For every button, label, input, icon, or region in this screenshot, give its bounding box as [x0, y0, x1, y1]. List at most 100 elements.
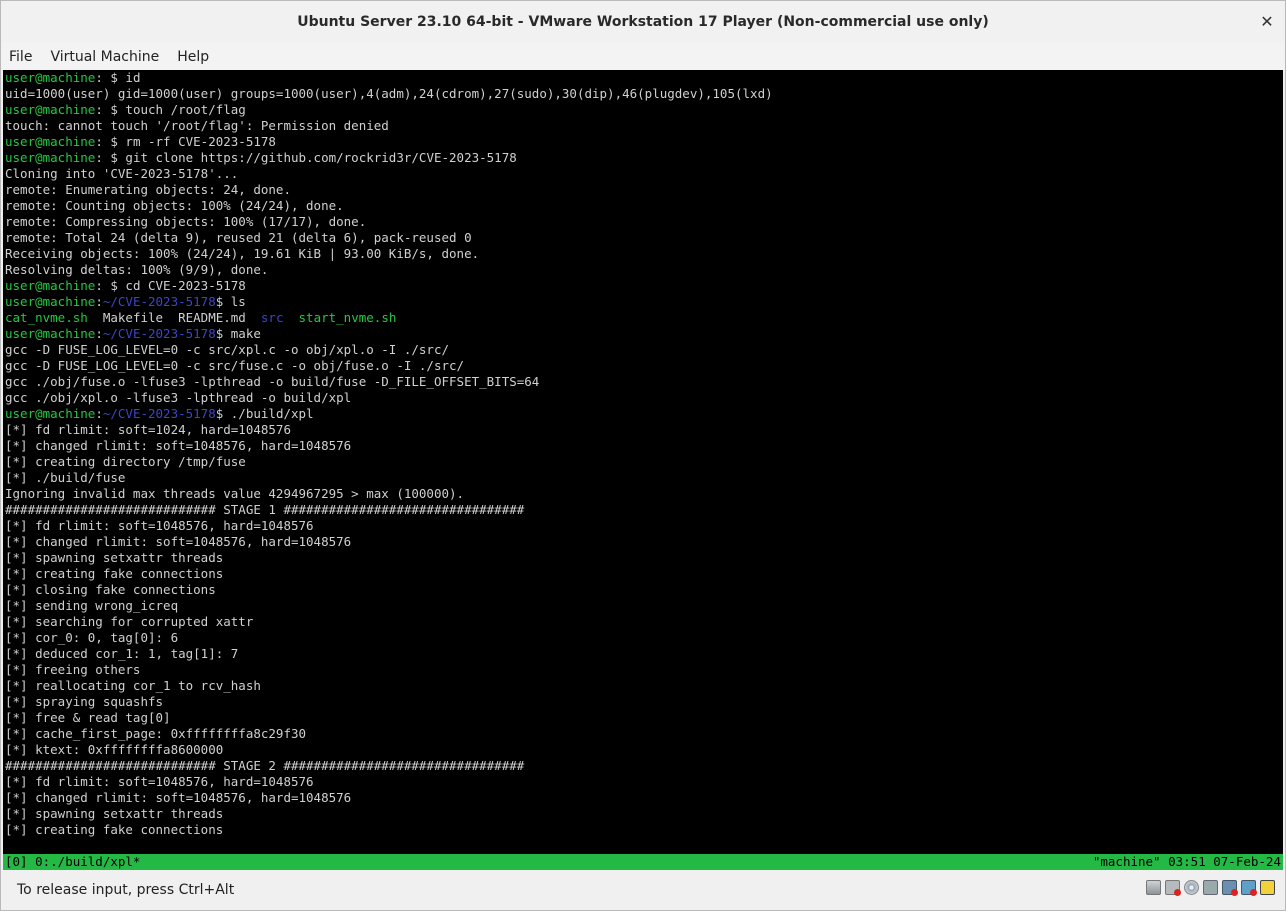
- terminal-text-segment: [*] ktext: 0xffffffffa8600000: [5, 742, 224, 757]
- terminal-text-segment: remote: Total 24 (delta 9), reused 21 (d…: [5, 230, 472, 245]
- terminal-text-segment: user@machine: [5, 134, 96, 149]
- terminal-line: [*] creating fake connections: [5, 566, 773, 582]
- vmware-window: Ubuntu Server 23.10 64-bit - VMware Work…: [0, 0, 1286, 911]
- terminal-line: user@machine: $ git clone https://github…: [5, 150, 773, 166]
- terminal-text-segment: Ignoring invalid max threads value 42949…: [5, 486, 465, 501]
- terminal-text-segment: : $ touch /root/flag: [95, 102, 246, 117]
- terminal-text-segment: Receiving objects: 100% (24/24), 19.61 K…: [5, 246, 480, 261]
- terminal-text-segment: Resolving deltas: 100% (9/9), done.: [5, 262, 269, 277]
- terminal-line: [*] fd rlimit: soft=1048576, hard=104857…: [5, 774, 773, 790]
- usb-controller-icon[interactable]: [1222, 880, 1238, 896]
- terminal-text-segment: gcc -D FUSE_LOG_LEVEL=0 -c src/xpl.c -o …: [5, 342, 450, 357]
- terminal-line: Cloning into 'CVE-2023-5178'...: [5, 166, 773, 182]
- terminal-text-segment: user@machine: [5, 294, 96, 309]
- menu-virtual-machine[interactable]: Virtual Machine: [42, 49, 167, 65]
- terminal-text-segment: user@machine: [5, 70, 96, 85]
- terminal-text-segment: [*] fd rlimit: soft=1048576, hard=104857…: [5, 518, 314, 533]
- terminal-text-segment: [*] searching for corrupted xattr: [5, 614, 254, 629]
- terminal-text-segment: :: [95, 406, 103, 421]
- terminal-text-segment: gcc -D FUSE_LOG_LEVEL=0 -c src/fuse.c -o…: [5, 358, 465, 373]
- terminal-text-segment: Cloning into 'CVE-2023-5178'...: [5, 166, 239, 181]
- terminal-text-segment: [*] cache_first_page: 0xffffffffa8c29f30: [5, 726, 307, 741]
- terminal-line: cat_nvme.sh Makefile README.md src start…: [5, 310, 773, 326]
- window-title: Ubuntu Server 23.10 64-bit - VMware Work…: [297, 14, 989, 30]
- terminal-text-segment: [*] free & read tag[0]: [5, 710, 171, 725]
- terminal-line: touch: cannot touch '/root/flag': Permis…: [5, 118, 773, 134]
- terminal-text-segment: ############################ STAGE 2 ###…: [5, 758, 525, 773]
- terminal-line: remote: Counting objects: 100% (24/24), …: [5, 198, 773, 214]
- terminal-line: [*] creating fake connections: [5, 822, 773, 838]
- tmux-host-clock: "machine" 03:51 07-Feb-24: [1092, 854, 1281, 869]
- cd-drive-icon[interactable]: [1184, 880, 1199, 895]
- menu-file[interactable]: File: [1, 49, 40, 65]
- release-input-hint: To release input, press Ctrl+Alt: [17, 882, 235, 898]
- terminal-text-segment: : $ id: [95, 70, 141, 85]
- menu-help[interactable]: Help: [169, 49, 217, 65]
- terminal-text-segment: [*] reallocating cor_1 to rcv_hash: [5, 678, 261, 693]
- terminal-line: user@machine:~/CVE-2023-5178$ make: [5, 326, 773, 342]
- terminal-line: [*] creating directory /tmp/fuse: [5, 454, 773, 470]
- terminal-line: [*] changed rlimit: soft=1048576, hard=1…: [5, 534, 773, 550]
- terminal-text-segment: ############################ STAGE 1 ###…: [5, 502, 525, 517]
- title-bar[interactable]: Ubuntu Server 23.10 64-bit - VMware Work…: [1, 1, 1285, 44]
- terminal-line: Resolving deltas: 100% (9/9), done.: [5, 262, 773, 278]
- terminal-text-segment: user@machine: [5, 150, 96, 165]
- terminal-text-segment: Makefile README.md: [87, 310, 261, 325]
- terminal-line: [*] closing fake connections: [5, 582, 773, 598]
- terminal-line: Ignoring invalid max threads value 42949…: [5, 486, 773, 502]
- terminal-text-segment: [*] spraying squashfs: [5, 694, 164, 709]
- terminal-text-segment: ~/CVE-2023-5178: [102, 294, 216, 309]
- usb-device-icon[interactable]: [1203, 880, 1218, 895]
- terminal-text-segment: [*] creating fake connections: [5, 822, 224, 837]
- terminal-line: ############################ STAGE 1 ###…: [5, 502, 773, 518]
- close-button[interactable]: ✕: [1257, 12, 1277, 32]
- terminal-line: user@machine:~/CVE-2023-5178$ ls: [5, 294, 773, 310]
- terminal-line: gcc ./obj/fuse.o -lfuse3 -lpthread -o bu…: [5, 374, 773, 390]
- tmux-status-bar: [0] 0:./build/xpl* "machine" 03:51 07-Fe…: [3, 854, 1283, 870]
- terminal-text-segment: user@machine: [5, 326, 96, 341]
- network-disconnected-icon[interactable]: [1165, 880, 1181, 896]
- network-adapter-icon[interactable]: [1241, 880, 1257, 896]
- terminal-line: Receiving objects: 100% (24/24), 19.61 K…: [5, 246, 773, 262]
- terminal-line: remote: Total 24 (delta 9), reused 21 (d…: [5, 230, 773, 246]
- terminal-text-segment: [*] sending wrong_icreq: [5, 598, 179, 613]
- terminal-line: user@machine: $ id: [5, 70, 773, 86]
- terminal-line: [*] fd rlimit: soft=1024, hard=1048576: [5, 422, 773, 438]
- terminal-text-segment: start_nvme.sh: [298, 310, 397, 325]
- terminal-text-segment: : $ git clone https://github.com/rockrid…: [95, 150, 517, 165]
- terminal-line: user@machine: $ rm -rf CVE-2023-5178: [5, 134, 773, 150]
- terminal-line: [*] changed rlimit: soft=1048576, hard=1…: [5, 790, 773, 806]
- terminal-screen[interactable]: user@machine: $ id uid=1000(user) gid=100…: [3, 70, 1283, 870]
- terminal-text-segment: $ ls: [215, 294, 246, 309]
- terminal-line: [*] cor_0: 0, tag[0]: 6: [5, 630, 773, 646]
- terminal-text-segment: [*] creating directory /tmp/fuse: [5, 454, 246, 469]
- terminal-line: remote: Compressing objects: 100% (17/17…: [5, 214, 773, 230]
- terminal-line: [*] fd rlimit: soft=1048576, hard=104857…: [5, 518, 773, 534]
- terminal-text-segment: [*] deduced cor_1: 1, tag[1]: 7: [5, 646, 239, 661]
- hard-disk-icon[interactable]: [1146, 880, 1161, 895]
- terminal-text-segment: remote: Enumerating objects: 24, done.: [5, 182, 291, 197]
- terminal-line: [*] spraying squashfs: [5, 694, 773, 710]
- terminal-line: uid=1000(user) gid=1000(user) groups=100…: [5, 86, 773, 102]
- terminal-text-segment: $ make: [215, 326, 261, 341]
- terminal-line: [*] free & read tag[0]: [5, 710, 773, 726]
- terminal-text-segment: src: [260, 310, 284, 325]
- tmux-window-list: [0] 0:./build/xpl*: [5, 854, 141, 869]
- terminal-line: gcc -D FUSE_LOG_LEVEL=0 -c src/xpl.c -o …: [5, 342, 773, 358]
- terminal-line: [*] freeing others: [5, 662, 773, 678]
- message-icon[interactable]: [1260, 880, 1275, 895]
- menu-bar: File Virtual Machine Help: [1, 43, 1285, 70]
- terminal-text-segment: user@machine: [5, 102, 96, 117]
- terminal-line: [*] ./build/fuse: [5, 470, 773, 486]
- vm-status-bar: To release input, press Ctrl+Alt: [1, 870, 1285, 910]
- terminal-line: [*] spawning setxattr threads: [5, 806, 773, 822]
- terminal-text-segment: remote: Compressing objects: 100% (17/17…: [5, 214, 367, 229]
- terminal-line: [*] sending wrong_icreq: [5, 598, 773, 614]
- terminal-line: user@machine:~/CVE-2023-5178$ ./build/xp…: [5, 406, 773, 422]
- terminal-line: [*] searching for corrupted xattr: [5, 614, 773, 630]
- device-tray: [1146, 880, 1275, 896]
- terminal-text-segment: $ ./build/xpl: [215, 406, 314, 421]
- terminal-line: [*] spawning setxattr threads: [5, 550, 773, 566]
- terminal-text-segment: cat_nvme.sh: [5, 310, 88, 325]
